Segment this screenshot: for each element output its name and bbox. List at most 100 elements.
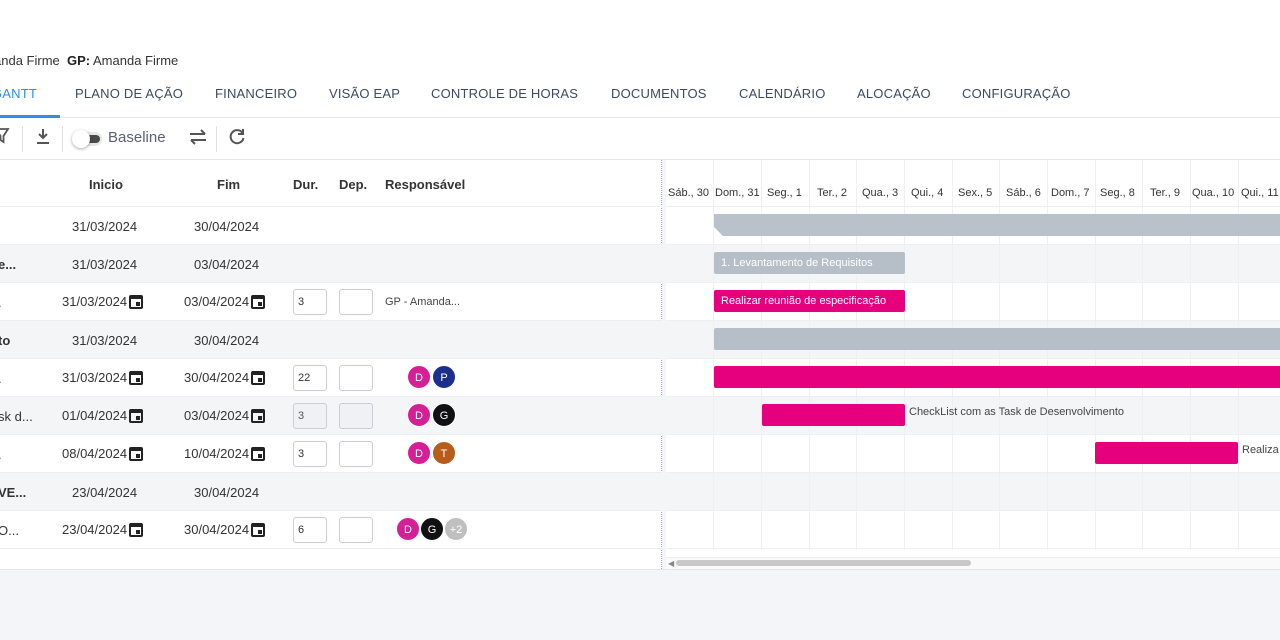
tab-gantt[interactable]: GANTT — [0, 86, 37, 101]
end-date: 03/04/2024 — [194, 257, 260, 272]
avatar[interactable]: D — [407, 403, 431, 427]
task-name: . — [0, 295, 2, 310]
tab-calendario[interactable]: CALENDÁRIO — [739, 86, 826, 101]
end-date: 30/04/2024 — [184, 522, 250, 537]
dependency-input[interactable] — [339, 441, 373, 467]
timeline-day: Sex., 5 — [958, 187, 993, 199]
task-bar-checklist[interactable] — [762, 404, 905, 426]
avatar[interactable]: P — [432, 365, 456, 389]
baseline-toggle[interactable] — [72, 130, 102, 148]
column-header-dep[interactable]: Dep. — [339, 177, 367, 192]
gp-value: Amanda Firme — [93, 53, 179, 68]
task-name: VE... — [0, 485, 27, 500]
task-bar-realiza-label: Realiza — [1242, 444, 1279, 456]
calendar-icon[interactable] — [251, 370, 266, 385]
panel-bottom-border — [0, 569, 1280, 570]
duration-input[interactable] — [293, 403, 327, 429]
swap-icon[interactable] — [188, 128, 208, 151]
timeline-day: Qua., 3 — [862, 187, 899, 199]
filter-icon[interactable] — [0, 128, 10, 149]
calendar-icon[interactable] — [251, 294, 266, 309]
dependency-input[interactable] — [339, 365, 373, 391]
task-bar-long[interactable] — [714, 366, 1280, 388]
avatar[interactable]: G — [420, 517, 444, 541]
task-name: e... — [0, 257, 17, 272]
table-row[interactable]: O... 23/04/2024 30/04/2024 D G +2 — [0, 511, 662, 549]
download-icon[interactable] — [35, 128, 51, 151]
task-name: O... — [0, 523, 19, 538]
table-row[interactable]: . 08/04/2024 10/04/2024 D T — [0, 435, 662, 473]
column-header-inicio[interactable]: Inicio — [89, 177, 123, 192]
table-row[interactable]: to 31/03/2024 30/04/2024 — [0, 321, 662, 359]
timeline-day: Qui., 4 — [911, 187, 944, 199]
tab-visao-eap[interactable]: VISÃO EAP — [329, 86, 400, 101]
duration-input[interactable] — [293, 517, 327, 543]
avatar[interactable]: G — [432, 403, 456, 427]
table-row[interactable]: e... 31/03/2024 03/04/2024 — [0, 245, 662, 283]
calendar-icon[interactable] — [251, 446, 266, 461]
refresh-icon[interactable] — [228, 128, 246, 151]
tab-alocacao[interactable]: ALOCAÇÃO — [857, 86, 931, 101]
dependency-input[interactable] — [339, 517, 373, 543]
end-date-picker[interactable]: 30/04/2024 — [184, 370, 266, 385]
scrollbar-thumb[interactable] — [676, 560, 971, 566]
timeline-day: Ter., 2 — [817, 187, 847, 199]
dependency-input[interactable] — [339, 289, 373, 315]
avatar-overflow-count[interactable]: +2 — [444, 517, 468, 541]
toolbar-divider — [22, 126, 23, 152]
table-row[interactable]: . 31/03/2024 30/04/2024 D P — [0, 359, 662, 397]
project-info-bar: anda Firme GP: Amanda Firme — [0, 0, 1280, 72]
start-date-picker[interactable]: 08/04/2024 — [62, 446, 144, 461]
timeline-day: Qua., 10 — [1192, 187, 1235, 199]
end-date-picker[interactable]: 03/04/2024 — [184, 408, 266, 423]
calendar-icon[interactable] — [129, 408, 144, 423]
avatar[interactable]: D — [407, 441, 431, 465]
avatar[interactable]: D — [396, 517, 420, 541]
column-header-responsavel[interactable]: Responsável — [385, 177, 465, 192]
timeline-header: Sáb., 30 Dom., 31 Seg., 1 Ter., 2 Qua., … — [666, 160, 1280, 207]
avatar[interactable]: D — [407, 365, 431, 389]
project-owner: anda Firme — [0, 53, 60, 68]
tab-financeiro[interactable]: FINANCEIRO — [215, 86, 297, 101]
duration-input[interactable] — [293, 441, 327, 467]
calendar-icon[interactable] — [129, 446, 144, 461]
end-date-picker[interactable]: 30/04/2024 — [184, 522, 266, 537]
task-bar-requisitos[interactable]: 1. Levantamento de Requisitos — [714, 252, 905, 274]
column-header-fim[interactable]: Fim — [217, 177, 240, 192]
start-date: 31/03/2024 — [72, 333, 138, 348]
table-row[interactable]: VE... 23/04/2024 30/04/2024 — [0, 473, 662, 511]
scroll-left-icon[interactable]: ◀ — [668, 559, 674, 568]
tab-configuracao[interactable]: CONFIGURAÇÃO — [962, 86, 1071, 101]
start-date: 31/03/2024 — [62, 370, 128, 385]
responsible-name: GP - Amanda... — [385, 296, 461, 308]
duration-input[interactable] — [293, 289, 327, 315]
duration-input[interactable] — [293, 365, 327, 391]
calendar-icon[interactable] — [129, 370, 144, 385]
project-summary-bar[interactable] — [714, 214, 1280, 237]
table-row[interactable]: . 31/03/2024 03/04/2024 GP - Amanda... — [0, 283, 662, 321]
tab-documentos[interactable]: DOCUMENTOS — [611, 86, 707, 101]
table-row[interactable]: 31/03/2024 30/04/2024 — [0, 207, 662, 245]
calendar-icon[interactable] — [129, 294, 144, 309]
dependency-input[interactable] — [339, 403, 373, 429]
task-bar-reuniao[interactable]: Realizar reunião de especificação — [714, 290, 905, 312]
start-date-picker[interactable]: 23/04/2024 — [62, 522, 144, 537]
calendar-icon[interactable] — [251, 522, 266, 537]
start-date-picker[interactable]: 31/03/2024 — [62, 294, 144, 309]
calendar-icon[interactable] — [251, 408, 266, 423]
table-row[interactable]: sk d... 01/04/2024 03/04/2024 D G — [0, 397, 662, 435]
calendar-icon[interactable] — [129, 522, 144, 537]
tab-plano-de-acao[interactable]: PLANO DE AÇÃO — [75, 86, 183, 101]
avatar[interactable]: T — [432, 441, 456, 465]
end-date-picker[interactable]: 10/04/2024 — [184, 446, 266, 461]
tab-controle-de-horas[interactable]: CONTROLE DE HORAS — [431, 86, 578, 101]
end-date-picker[interactable]: 03/04/2024 — [184, 294, 266, 309]
column-header-dur[interactable]: Dur. — [293, 177, 318, 192]
gantt-horizontal-scrollbar[interactable]: ◀ — [666, 557, 1280, 569]
task-bar-realiza[interactable] — [1095, 442, 1238, 464]
start-date: 31/03/2024 — [62, 294, 128, 309]
summary-bar-group[interactable] — [714, 328, 1280, 350]
start-date: 23/04/2024 — [62, 522, 128, 537]
start-date-picker[interactable]: 31/03/2024 — [62, 370, 144, 385]
start-date-picker[interactable]: 01/04/2024 — [62, 408, 144, 423]
